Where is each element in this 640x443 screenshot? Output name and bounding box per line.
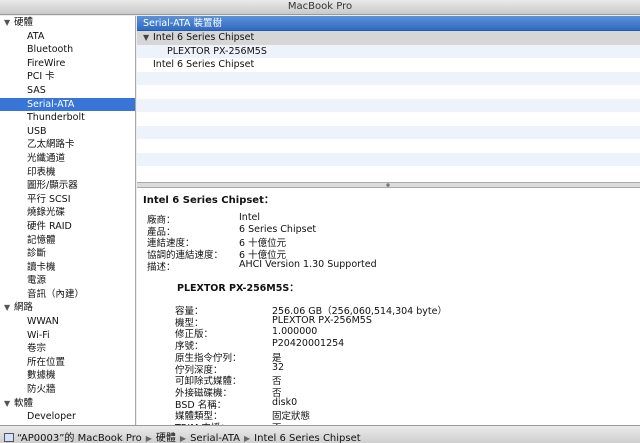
- device-tree-row[interactable]: PLEXTOR PX-256M5S: [137, 44, 640, 58]
- property-row: 廠商： Intel: [147, 212, 479, 226]
- device-tree-pane: Serial-ATA 裝置樹 ▼ Intel 6 Series Chipset PL…: [137, 16, 640, 182]
- sidebar[interactable]: ▼ 硬體 ATA Bluetooth FireWire PCI 卡 SAS Serial-AT…: [0, 16, 136, 425]
- title-bar[interactable]: MacBook Pro: [0, 0, 640, 15]
- disclosure-triangle-icon[interactable]: ▼: [143, 31, 153, 45]
- device-tree-empty-row: [137, 125, 640, 139]
- path-bar: “AP0003”的 MacBook Pro ▶ 硬體 ▶ Serial-ATA ▶ Inte…: [0, 425, 640, 443]
- sidebar-group-label: 硬體: [14, 17, 34, 28]
- property-row: 原生指令佇列：是: [175, 350, 512, 364]
- property-row: 修正版： 1.000000: [175, 326, 512, 340]
- chevron-right-icon: ▶: [145, 434, 152, 443]
- sidebar-item[interactable]: Wi-Fi: [0, 329, 135, 343]
- breadcrumb-item[interactable]: “AP0003”的 MacBook Pro: [17, 429, 142, 443]
- sidebar-group-label: 網路: [14, 302, 34, 314]
- sidebar-item[interactable]: FireWire: [0, 57, 135, 71]
- detail-pane: Intel 6 Series Chipset： PLEXTOR PX-256M5…: [137, 188, 640, 425]
- device-tree-label: Intel 6 Series Chipset: [153, 32, 255, 43]
- breadcrumb-item[interactable]: Serial-ATA: [190, 433, 240, 443]
- sidebar-item[interactable]: 硬件 RAID: [0, 220, 135, 234]
- sidebar-item[interactable]: SAS: [0, 84, 135, 98]
- property-row: 媒體類型： 固定狀態: [175, 408, 512, 422]
- sidebar-item[interactable]: 防火牆: [0, 383, 135, 397]
- property-row: 可卸除式媒體：否: [175, 373, 512, 387]
- sidebar-item[interactable]: 診斷: [0, 247, 135, 261]
- sidebar-group-label: 軟體: [14, 397, 34, 409]
- sidebar-item[interactable]: Thunderbolt: [0, 111, 135, 125]
- device-tree-empty-row: [137, 152, 640, 166]
- property-row: BSD 名稱： disk0: [175, 396, 512, 411]
- property-value: AHCI Version 1.30 Supported: [239, 258, 377, 270]
- device-tree-empty-row: [137, 139, 640, 153]
- property-row: 序號： P20420001254: [175, 338, 512, 352]
- property-row: 佇列深度： 32: [175, 361, 512, 376]
- property-row: 描述： AHCI Version 1.30 Supported: [147, 258, 479, 273]
- property-row: 協調的連結速度： 6 十億位元: [147, 247, 479, 261]
- sidebar-item[interactable]: PCI 卡: [0, 70, 135, 84]
- device-tree-label: PLEXTOR PX-256M5S: [167, 45, 267, 57]
- property-value: 32: [272, 361, 285, 373]
- device-tree-empty-row: [137, 112, 640, 126]
- system-profiler-window: MacBook Pro ▼ 硬體 ATA Bluetooth FireWire PCI 卡…: [0, 0, 640, 443]
- sidebar-item[interactable]: 平行 SCSI: [0, 193, 135, 207]
- disclosure-triangle-icon[interactable]: ▼: [4, 16, 14, 30]
- property-row: 容量： 256.06 GB（256,060,514,304 byte）: [175, 303, 512, 317]
- chevron-right-icon: ▶: [244, 434, 251, 443]
- disclosure-triangle-icon[interactable]: ▼: [4, 301, 14, 315]
- device-tree-header[interactable]: Serial-ATA 裝置樹: [137, 16, 640, 31]
- property-row: 機型： PLEXTOR PX-256M5S: [175, 314, 512, 329]
- device-tree-rows: ▼ Intel 6 Series Chipset PLEXTOR PX-256M5S…: [137, 31, 640, 180]
- breadcrumb-item[interactable]: 硬體: [156, 429, 176, 443]
- property-value: PLEXTOR PX-256M5S: [272, 314, 372, 326]
- window-title: MacBook Pro: [287, 1, 353, 12]
- sidebar-item[interactable]: 圖形/顯示器: [0, 179, 135, 193]
- device-tree-row[interactable]: ▼ Intel 6 Series Chipset: [137, 31, 640, 45]
- sidebar-item[interactable]: 印表機: [0, 166, 135, 180]
- sidebar-item[interactable]: WWAN: [0, 315, 135, 329]
- device-tree-row[interactable]: Intel 6 Series Chipset: [137, 58, 640, 72]
- sidebar-item[interactable]: 數據機: [0, 369, 135, 383]
- disclosure-triangle-icon[interactable]: ▼: [4, 397, 14, 411]
- detail-heading: Intel 6 Series Chipset：: [143, 195, 274, 206]
- property-key: 描述：: [147, 261, 176, 273]
- device-tree-empty-row: [137, 166, 640, 180]
- sidebar-item[interactable]: 電源: [0, 274, 135, 288]
- property-row: 連結速度： 6 十億位元: [147, 235, 479, 249]
- sidebar-item[interactable]: 燒錄光碟: [0, 206, 135, 220]
- device-tree-empty-row: [137, 85, 640, 99]
- sidebar-group[interactable]: ▼ 軟體: [0, 397, 135, 411]
- device-tree-empty-row: [137, 98, 640, 112]
- sidebar-item[interactable]: 乙太網路卡: [0, 138, 135, 152]
- sidebar-group[interactable]: ▼ 硬體: [0, 16, 135, 30]
- device-tree-label: Intel 6 Series Chipset: [153, 59, 255, 70]
- chevron-right-icon: ▶: [179, 434, 187, 443]
- property-value: 1.000000: [272, 326, 318, 338]
- sidebar-item[interactable]: Developer: [0, 410, 135, 424]
- property-row: 外接磁碟機：否: [175, 385, 512, 399]
- breadcrumb-item[interactable]: Intel 6 Series Chipset: [254, 433, 361, 443]
- computer-icon: [4, 433, 14, 442]
- sidebar-item[interactable]: Serial-ATA: [0, 97, 135, 112]
- sidebar-item[interactable]: USB: [0, 125, 135, 139]
- device-heading: PLEXTOR PX-256M5S：: [177, 283, 299, 294]
- property-value: disk0: [272, 396, 298, 408]
- sidebar-item[interactable]: 音訊（內建）: [0, 288, 135, 302]
- device-tree-empty-row: [137, 71, 640, 85]
- sidebar-item[interactable]: Bluetooth: [0, 43, 135, 57]
- sidebar-item[interactable]: 讀卡機: [0, 261, 135, 275]
- sidebar-item[interactable]: 所在位置: [0, 356, 135, 370]
- property-value: Intel: [239, 212, 261, 223]
- property-value: P20420001254: [272, 338, 345, 350]
- sidebar-item[interactable]: ATA: [0, 30, 135, 44]
- property-value: 6 Series Chipset: [239, 223, 317, 235]
- property-row: 產品： 6 Series Chipset: [147, 223, 479, 238]
- sidebar-item[interactable]: 記憶體: [0, 234, 135, 248]
- breadcrumb: “AP0003”的 MacBook Pro ▶ 硬體 ▶ Serial-ATA ▶ Inte…: [4, 429, 365, 443]
- sidebar-item[interactable]: 卷宗: [0, 342, 135, 356]
- sidebar-item[interactable]: 光纖通道: [0, 152, 135, 166]
- sidebar-group[interactable]: ▼ 網路: [0, 301, 135, 315]
